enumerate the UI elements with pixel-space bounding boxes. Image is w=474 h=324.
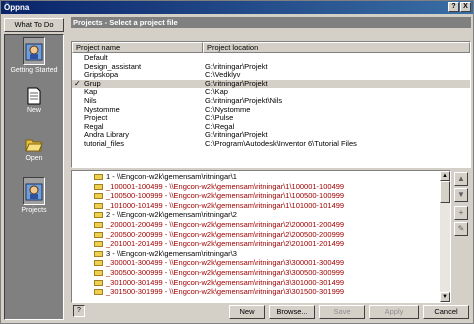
folder-path: _200001-200499 - \\Engcon-w2k\gemensam\r… xyxy=(106,220,345,229)
project-row[interactable]: tutorial_files C:\Program\Autodesk\Invent… xyxy=(72,139,470,149)
help-button[interactable]: ? xyxy=(73,305,85,317)
move-down-button[interactable]: ▼ xyxy=(454,188,468,202)
folder-path: _201001-201499 - \\Engcon-w2k\gemensam\r… xyxy=(106,239,345,249)
folder-icon xyxy=(94,241,103,248)
folder-row[interactable]: _200001-200499 - \\Engcon-w2k\gemensam\r… xyxy=(72,220,440,230)
folder-path: _300500-300999 - \\Engcon-w2k\gemensam\r… xyxy=(106,268,345,277)
folder-row[interactable]: _300001-300499 - \\Engcon-w2k\gemensam\r… xyxy=(72,259,440,268)
project-folders-list[interactable]: 1 - \\Engcon-w2k\gemensam\ritningar\1 _10… xyxy=(71,170,451,303)
what-to-do-sidebar: What To Do Getting Started New Open Proj… xyxy=(3,17,65,321)
window-title: Öppna xyxy=(4,3,30,12)
open-folder-icon xyxy=(25,139,43,152)
folder-path: 1 - \\Engcon-w2k\gemensam\ritningar\1 xyxy=(106,172,237,181)
folder-path: _100500-100999 - \\Engcon-w2k\gemensam\r… xyxy=(106,191,345,201)
save-button[interactable]: Save xyxy=(319,305,365,319)
browse-button[interactable]: Browse... xyxy=(269,305,315,319)
folder-path: _101000-101499 - \\Engcon-w2k\gemensam\r… xyxy=(106,200,345,210)
add-path-button[interactable]: + xyxy=(454,206,468,220)
folder-icon xyxy=(94,231,103,238)
folder-icon xyxy=(94,270,103,276)
project-row[interactable]: Design_assistant G:\ritningar\Projekt xyxy=(72,62,470,72)
title-bar: Öppna ? X xyxy=(1,1,473,14)
folder-icon xyxy=(94,193,103,200)
folder-path: _100001-100499 - \\Engcon-w2k\gemensam\r… xyxy=(106,181,345,191)
folder-icon xyxy=(94,212,103,219)
projects-icon xyxy=(25,183,43,201)
sidebar-panel: Getting Started New Open Projects xyxy=(4,34,64,320)
sidebar-item-label: New xyxy=(26,107,41,114)
folder-row[interactable]: _101000-101499 - \\Engcon-w2k\gemensam\r… xyxy=(72,200,440,211)
vertical-scrollbar[interactable]: ▲ ▼ xyxy=(440,171,450,302)
folder-path: 2 - \\Engcon-w2k\gemensam\ritningar\2 xyxy=(106,210,237,220)
folder-row[interactable]: _201001-201499 - \\Engcon-w2k\gemensam\r… xyxy=(72,240,440,249)
folder-icon xyxy=(94,279,103,286)
scroll-thumb[interactable] xyxy=(440,181,450,203)
folder-icon xyxy=(94,260,103,267)
column-header-project-name[interactable]: Project name xyxy=(72,42,203,53)
cancel-button[interactable]: Cancel xyxy=(423,305,469,319)
project-row[interactable]: Nils G:\ritningar\Projekt\Nils xyxy=(72,96,470,106)
help-title-button[interactable]: ? xyxy=(448,2,459,12)
projects-group-label: Projects - Select a project file xyxy=(71,17,471,28)
folder-row[interactable]: _301500-301999 - \\Engcon-w2k\gemensam\r… xyxy=(72,288,440,297)
sidebar-item-projects[interactable]: Projects xyxy=(5,177,63,221)
folder-path: 3 - \\Engcon-w2k\gemensam\ritningar\3 xyxy=(106,248,237,258)
folder-path: _301000-301499 - \\Engcon-w2k\gemensam\r… xyxy=(106,277,345,287)
folder-row[interactable]: _301000-301499 - \\Engcon-w2k\gemensam\r… xyxy=(72,277,440,288)
folder-row[interactable]: _300500-300999 - \\Engcon-w2k\gemensam\r… xyxy=(72,268,440,278)
project-name: tutorial_files xyxy=(84,139,125,148)
folder-icon xyxy=(94,250,103,257)
folder-icon xyxy=(94,183,103,190)
folder-row[interactable]: _100500-100999 - \\Engcon-w2k\gemensam\r… xyxy=(72,192,440,201)
sidebar-item-label: Getting Started xyxy=(10,67,58,74)
move-up-button[interactable]: ▲ xyxy=(454,172,468,186)
what-to-do-header[interactable]: What To Do xyxy=(4,18,64,32)
close-button[interactable]: X xyxy=(460,2,471,12)
projects-list[interactable]: Project name Project location Default Des… xyxy=(71,41,471,168)
new-button[interactable]: New xyxy=(229,305,265,319)
project-row[interactable]: ✓ Grup G:\ritningar\Projekt xyxy=(72,78,470,89)
project-row[interactable]: Regal C:\Regal xyxy=(72,122,470,132)
sidebar-item-open[interactable]: Open xyxy=(5,131,63,175)
list-action-buttons: ▲ ▼ + ✎ xyxy=(454,172,468,242)
scroll-down-button[interactable]: ▼ xyxy=(440,292,450,302)
folder-icon xyxy=(94,222,103,228)
sidebar-item-label: Open xyxy=(25,155,43,162)
folder-path: _300001-300499 - \\Engcon-w2k\gemensam\r… xyxy=(106,258,345,268)
project-row[interactable]: Gripskopa C:\Vedklyv xyxy=(72,71,470,80)
getting-started-icon xyxy=(25,43,43,61)
scroll-up-button[interactable]: ▲ xyxy=(440,171,450,181)
folder-row[interactable]: _200500-200999 - \\Engcon-w2k\gemensam\r… xyxy=(72,229,440,240)
folder-path: _301500-301999 - \\Engcon-w2k\gemensam\r… xyxy=(106,287,345,297)
new-document-icon xyxy=(27,87,41,105)
project-row[interactable]: Project C:\Pulse xyxy=(72,114,470,123)
folder-icon xyxy=(94,174,103,180)
project-location: C:\Program\Autodesk\Inventor 6\Tutorial … xyxy=(205,139,357,148)
edit-path-button[interactable]: ✎ xyxy=(454,222,468,236)
folder-path: _200500-200999 - \\Engcon-w2k\gemensam\r… xyxy=(106,229,345,239)
sidebar-item-label: Projects xyxy=(21,207,47,214)
sidebar-item-getting-started[interactable]: Getting Started xyxy=(5,37,63,81)
column-header-project-location[interactable]: Project location xyxy=(203,42,470,53)
open-dialog: Öppna ? X What To Do Getting Started New… xyxy=(0,0,474,324)
apply-button[interactable]: Apply xyxy=(369,305,419,319)
project-row[interactable]: Nystomme C:\Nystomme xyxy=(72,105,470,115)
folder-row[interactable]: _100001-100499 - \\Engcon-w2k\gemensam\r… xyxy=(72,181,440,192)
folder-row[interactable]: 3 - \\Engcon-w2k\gemensam\ritningar\3 xyxy=(72,248,440,259)
sidebar-item-new[interactable]: New xyxy=(5,83,63,127)
folder-icon xyxy=(94,289,103,296)
folder-row[interactable]: 1 - \\Engcon-w2k\gemensam\ritningar\1 xyxy=(72,172,440,182)
active-project-check-icon: ✓ xyxy=(74,78,81,88)
folder-icon xyxy=(94,202,103,209)
folder-row[interactable]: 2 - \\Engcon-w2k\gemensam\ritningar\2 xyxy=(72,211,440,220)
